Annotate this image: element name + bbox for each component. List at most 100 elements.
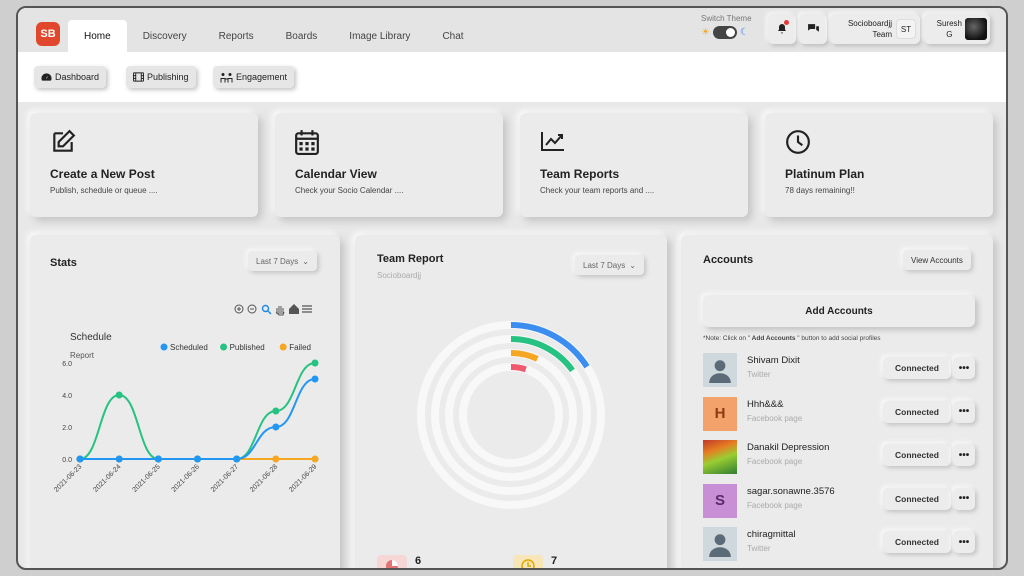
account-row: chiragmittal Twitter Connected ••• <box>703 527 975 563</box>
pan-hand-icon[interactable] <box>275 306 285 316</box>
dashboard-icon <box>41 73 52 81</box>
tab-discovery[interactable]: Discovery <box>127 20 203 52</box>
legend-label[interactable]: Failed <box>289 343 311 352</box>
messages-button[interactable] <box>799 14 827 44</box>
card-title: Create a New Post <box>50 167 155 181</box>
logo[interactable]: SB <box>36 22 60 46</box>
publishing-button[interactable]: Publishing <box>126 66 196 88</box>
chart-legend: Scheduled Published Failed <box>160 343 311 352</box>
note-suffix: " button to add social profiles <box>797 335 881 342</box>
data-point-scheduled[interactable] <box>76 455 84 463</box>
card-title: Team Reports <box>540 167 620 181</box>
note-prefix: *Note: Click on " <box>703 335 751 342</box>
radial-arc[interactable] <box>510 364 527 373</box>
zoom-in-icon[interactable] <box>234 304 244 314</box>
x-tick-label: 2021-06-26 <box>171 463 201 493</box>
card-subtitle: Publish, schedule or queue .... <box>50 186 158 195</box>
dashboard-label: Dashboard <box>55 72 100 82</box>
zoom-out-icon[interactable] <box>247 304 257 314</box>
x-axis: 2021-06-23 2021-06-24 2021-06-25 2021-06-26… <box>53 458 319 494</box>
data-point-scheduled[interactable] <box>311 375 319 383</box>
x-tick-label: 2021-06-24 <box>92 463 122 493</box>
calendar-view-card[interactable]: Calendar View Check your Socio Calendar … <box>275 113 503 217</box>
menu-icon[interactable] <box>302 305 312 313</box>
data-point-published[interactable] <box>311 359 319 367</box>
more-options-button[interactable]: ••• <box>953 487 975 510</box>
calendar-icon <box>295 130 319 155</box>
data-point-scheduled[interactable] <box>194 455 201 463</box>
account-avatar <box>703 353 737 387</box>
account-name: Hhh&&& <box>747 398 784 410</box>
stats-range-value: Last 7 Days <box>256 256 299 266</box>
view-accounts-button[interactable]: View Accounts <box>903 250 971 270</box>
user-menu[interactable]: Suresh G <box>924 14 990 44</box>
team-report-range-dropdown[interactable]: Last 7 Days ⌄ <box>575 255 644 275</box>
data-point-scheduled[interactable] <box>154 455 162 463</box>
engagement-label: Engagement <box>236 72 288 82</box>
connected-button[interactable]: Connected <box>883 444 951 466</box>
card-subtitle: Check your Socio Calendar .... <box>295 186 404 195</box>
connected-button[interactable]: Connected <box>883 531 951 553</box>
connected-button[interactable]: Connected <box>883 357 951 379</box>
theme-toggle[interactable] <box>712 26 737 39</box>
user-avatar <box>965 18 987 40</box>
data-point-published[interactable] <box>115 391 123 399</box>
data-point-failed[interactable] <box>311 455 319 463</box>
person-icon <box>709 360 731 383</box>
legend-marker <box>220 343 228 351</box>
account-avatar <box>703 440 737 474</box>
more-options-button[interactable]: ••• <box>953 444 975 466</box>
x-tick-label: 2021-06-23 <box>53 463 83 493</box>
chat-bubbles-icon <box>807 24 819 32</box>
y-tick-label: 2.0 <box>62 425 72 432</box>
account-row: Danakil Depression Facebook page Connected… <box>703 440 975 476</box>
dashboard-button[interactable]: Dashboard <box>34 66 107 88</box>
chart-subtitle: Report <box>70 351 95 360</box>
data-point-published[interactable] <box>272 407 280 415</box>
more-options-button[interactable]: ••• <box>953 357 975 379</box>
stats-range-dropdown[interactable]: Last 7 Days ⌄ <box>248 251 317 271</box>
notifications-button[interactable] <box>768 14 796 44</box>
x-tick-label: 2021-06-25 <box>131 463 161 493</box>
card-subtitle: 78 days remaining!! <box>785 186 855 195</box>
stat-one-value: 6 <box>415 555 422 567</box>
account-avatar: H <box>703 396 737 431</box>
account-name: sagar.sonawne.3576 <box>747 485 835 497</box>
tab-chat[interactable]: Chat <box>426 20 479 52</box>
home-icon[interactable] <box>289 304 299 314</box>
tab-boards[interactable]: Boards <box>270 20 334 52</box>
search-icon[interactable] <box>261 304 272 315</box>
account-row: Ssagar.sonawne.3576 Facebook page Connecte… <box>703 483 975 520</box>
people-icon <box>220 72 233 82</box>
film-icon <box>133 72 144 82</box>
team-radial-chart <box>417 321 605 509</box>
tab-reports[interactable]: Reports <box>203 20 270 52</box>
team-name-line2: Team <box>872 30 892 39</box>
connected-button[interactable]: Connected <box>883 487 951 510</box>
team-report-range-value: Last 7 Days <box>583 260 626 270</box>
platinum-plan-card[interactable]: Platinum Plan 78 days remaining!! <box>765 113 993 217</box>
engagement-button[interactable]: Engagement <box>213 66 295 88</box>
create-post-card[interactable]: Create a New Post Publish, schedule or q… <box>30 113 258 217</box>
account-type: Twitter <box>747 370 771 379</box>
tab-home[interactable]: Home <box>68 20 127 52</box>
team-reports-card[interactable]: Team Reports Check your team reports and… <box>520 113 748 217</box>
add-accounts-note: *Note: Click on " Add Accounts " button … <box>703 335 881 342</box>
connected-button[interactable]: Connected <box>883 400 951 423</box>
legend-label[interactable]: Published <box>230 343 265 352</box>
data-point-scheduled[interactable] <box>272 423 280 431</box>
note-bold: Add Accounts <box>750 335 798 342</box>
data-point-scheduled[interactable] <box>233 455 241 463</box>
tab-image-library[interactable]: Image Library <box>333 20 426 52</box>
more-options-button[interactable]: ••• <box>953 400 975 423</box>
moon-icon: ☾ <box>739 27 749 38</box>
add-accounts-button[interactable]: Add Accounts <box>703 295 975 327</box>
chart-series <box>79 362 316 460</box>
more-options-button[interactable]: ••• <box>953 531 975 553</box>
team-selector[interactable]: Socioboardjj Team ST <box>830 14 920 44</box>
data-point-failed[interactable] <box>272 455 280 463</box>
account-name: Shivam Dixit <box>747 355 800 366</box>
data-point-scheduled[interactable] <box>115 455 123 463</box>
legend-label[interactable]: Scheduled <box>170 343 208 352</box>
x-tick-label: 2021-06-27 <box>210 463 240 493</box>
